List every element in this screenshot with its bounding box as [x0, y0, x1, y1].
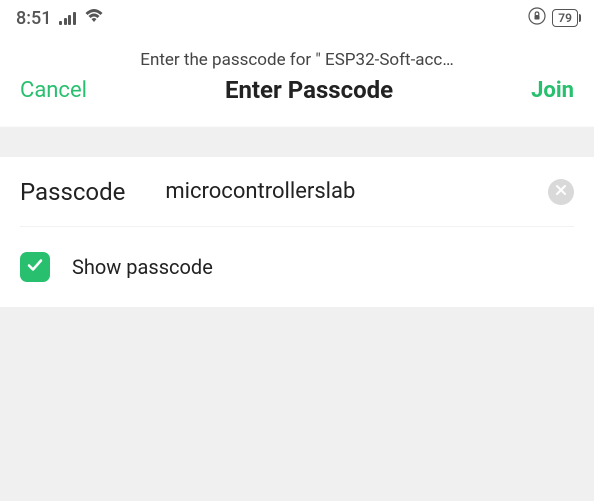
status-bar: 8:51 79 [0, 0, 594, 36]
page-title: Enter Passcode [225, 76, 393, 104]
show-passcode-checkbox[interactable] [20, 252, 50, 282]
signal-icon [59, 11, 76, 25]
form-section: Passcode Show passcode [0, 157, 594, 307]
passcode-row: Passcode [20, 157, 574, 227]
close-icon [555, 184, 567, 200]
lock-icon [528, 7, 546, 29]
wifi-icon [84, 8, 104, 29]
show-passcode-row: Show passcode [20, 227, 574, 307]
header: Enter the passcode for " ESP32-Soft-acc…… [0, 36, 594, 127]
bottom-area [0, 307, 594, 491]
status-right: 79 [528, 7, 578, 29]
status-time: 8:51 [16, 8, 51, 29]
show-passcode-label: Show passcode [72, 255, 213, 279]
cancel-button[interactable]: Cancel [20, 78, 87, 103]
header-subtitle: Enter the passcode for " ESP32-Soft-acc… [20, 50, 574, 70]
join-button[interactable]: Join [531, 78, 574, 103]
passcode-label: Passcode [20, 178, 125, 206]
battery-level: 79 [558, 11, 572, 25]
checkmark-icon [26, 256, 44, 278]
separator-gap [0, 127, 594, 157]
header-row: Cancel Enter Passcode Join [20, 76, 574, 104]
status-left: 8:51 [16, 8, 104, 29]
clear-button[interactable] [548, 179, 574, 205]
battery-icon: 79 [552, 9, 578, 27]
passcode-input[interactable] [165, 179, 508, 204]
